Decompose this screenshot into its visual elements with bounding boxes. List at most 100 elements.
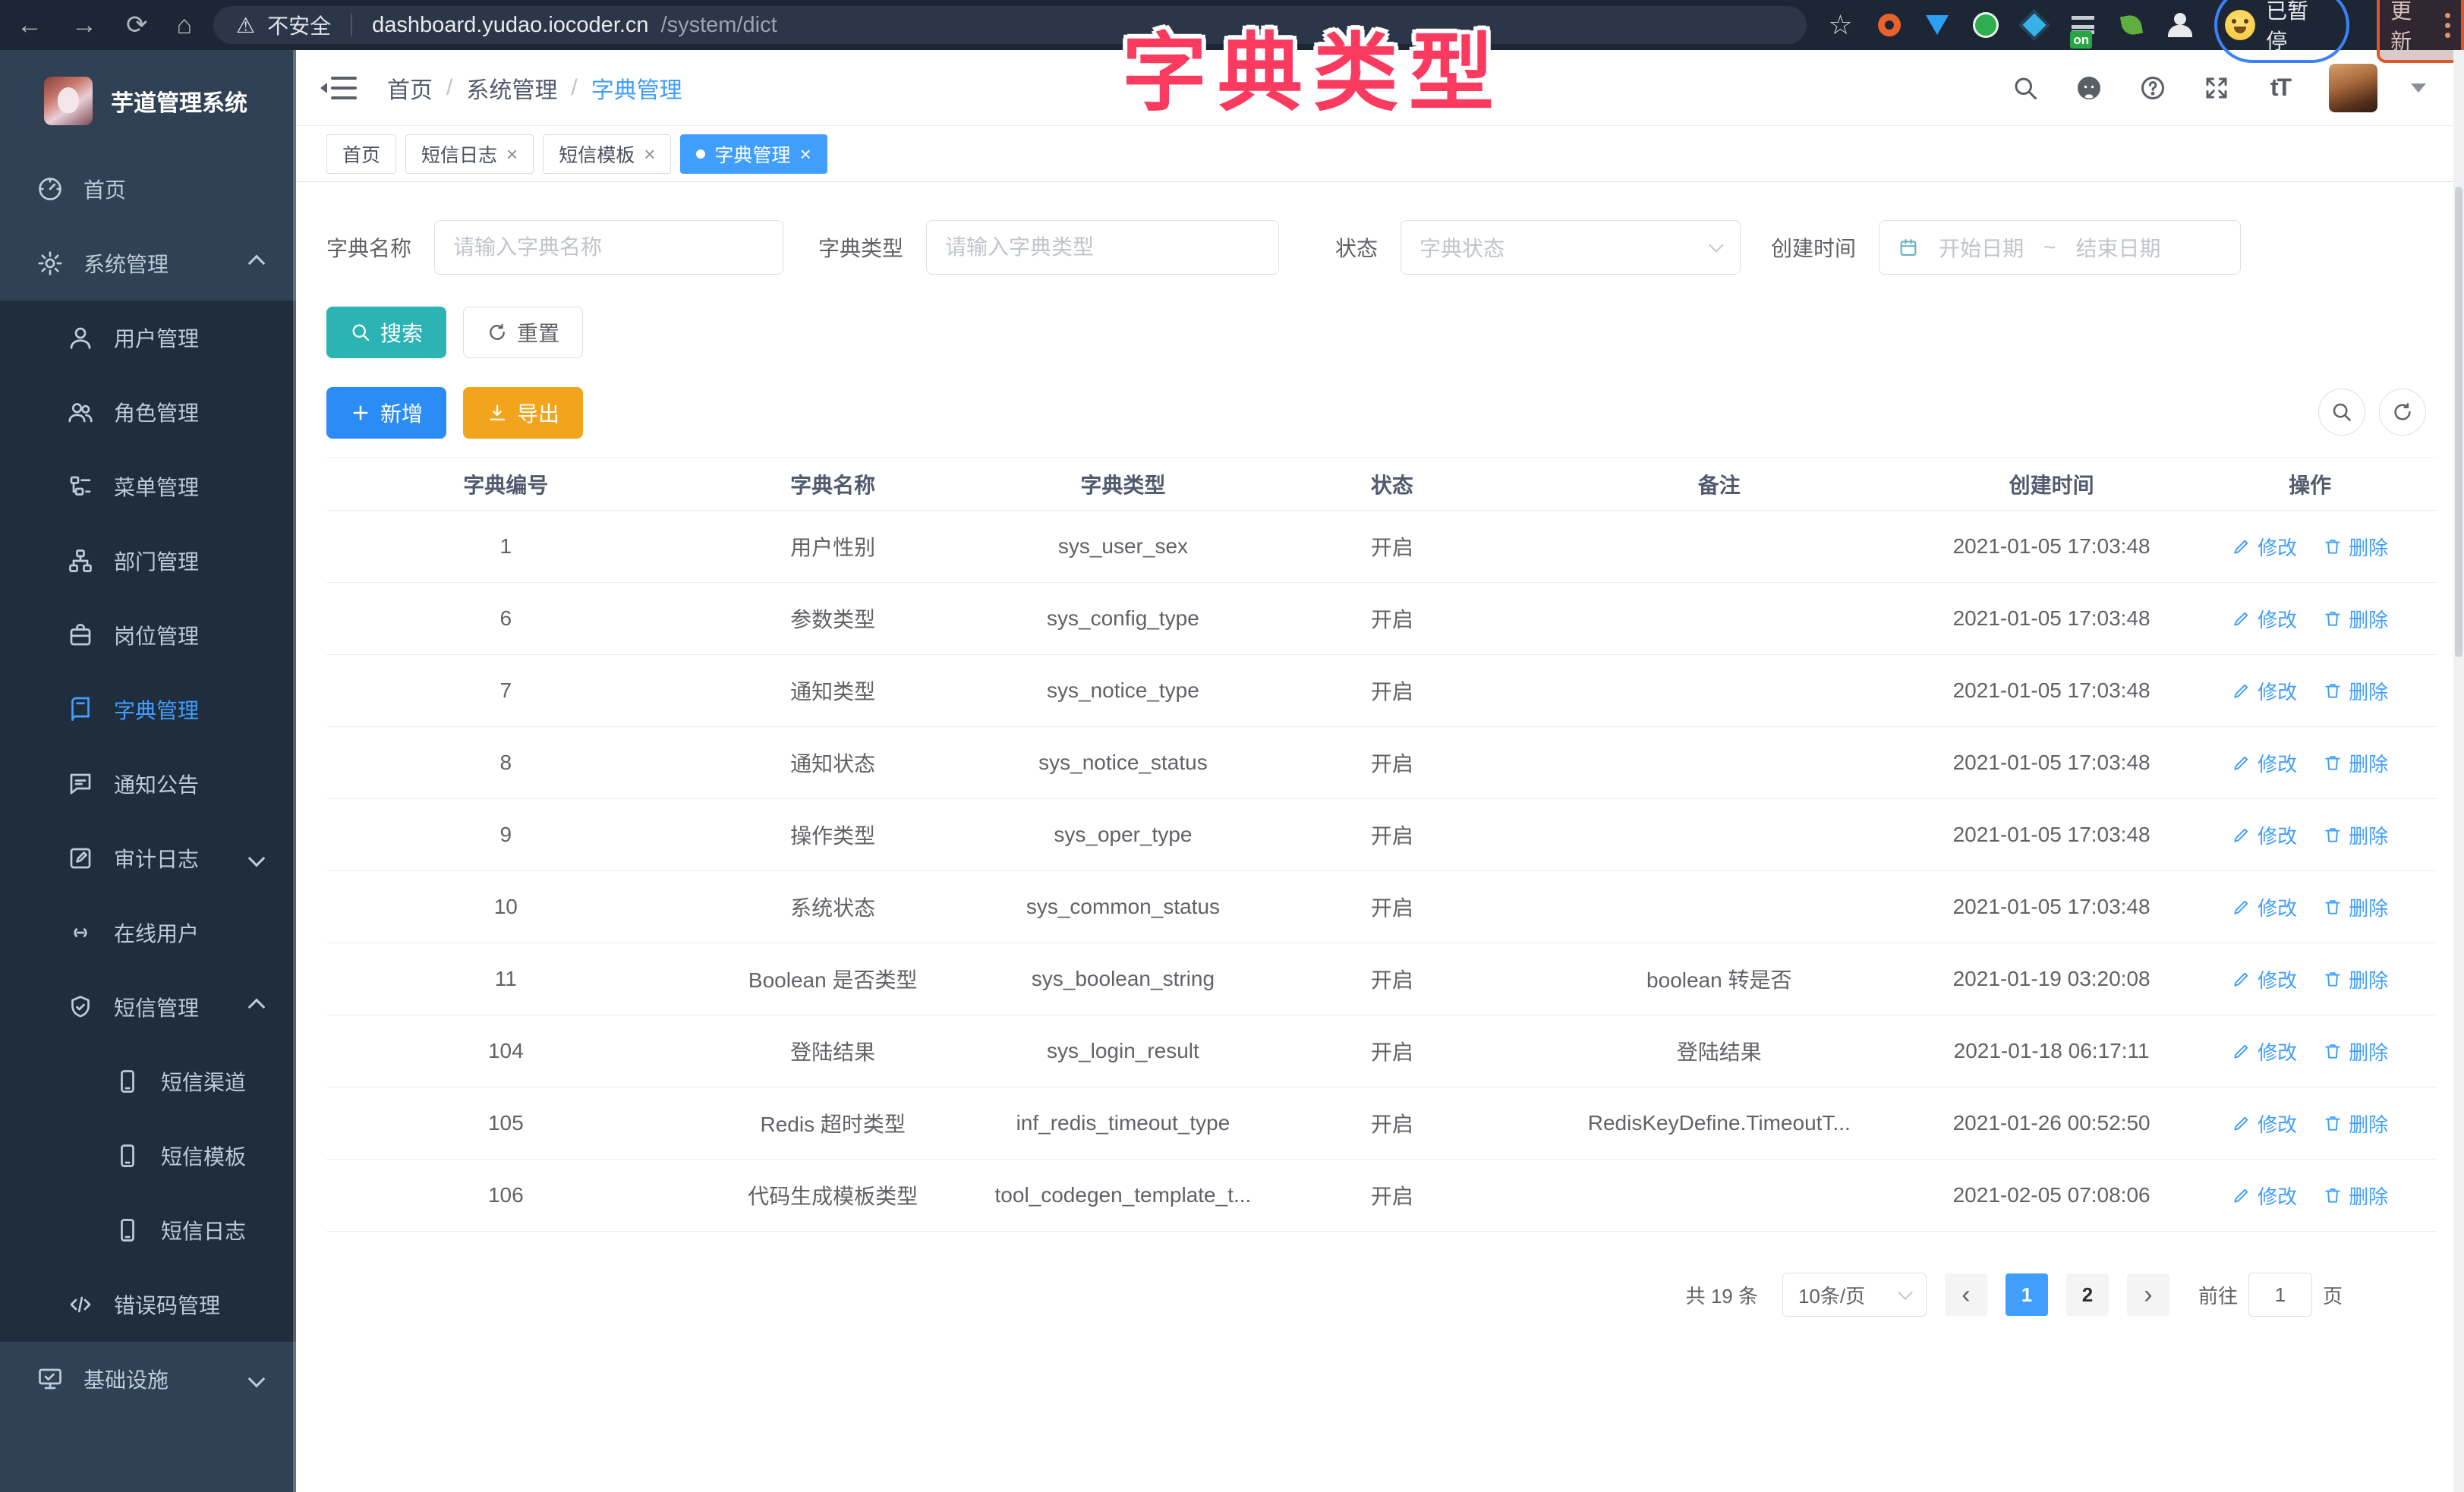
cell-type-link[interactable]: sys_user_sex [981, 534, 1265, 559]
close-icon[interactable]: × [644, 144, 655, 164]
sidebar-scrollbar[interactable] [293, 50, 296, 1492]
extension-person-icon[interactable] [2166, 11, 2195, 39]
next-page-button[interactable]: › [2127, 1273, 2169, 1316]
edit-link[interactable]: 修改 [2232, 1037, 2297, 1065]
reset-button[interactable]: 重置 [463, 307, 583, 358]
edit-link[interactable]: 修改 [2232, 533, 2297, 561]
scrollbar-thumb[interactable] [2455, 187, 2462, 657]
extension-gem-icon[interactable] [1923, 11, 1952, 39]
browser-update-button[interactable]: 更新 [2377, 0, 2464, 63]
sidebar-item-notices[interactable]: 通知公告 [0, 747, 296, 821]
edit-link[interactable]: 修改 [2232, 1182, 2297, 1210]
tab-dict-active[interactable]: 字典管理 × [680, 134, 827, 174]
breadcrumb-home[interactable]: 首页 [387, 71, 433, 105]
edit-link[interactable]: 修改 [2232, 821, 2297, 849]
forward-icon[interactable]: → [71, 11, 97, 40]
delete-link[interactable]: 删除 [2323, 1037, 2388, 1065]
help-icon[interactable] [2138, 73, 2168, 103]
page-size-select[interactable]: 10条/页 [1782, 1273, 1927, 1317]
sidebar-collapse-icon[interactable] [323, 74, 357, 102]
reload-icon[interactable]: ⟳ [126, 10, 148, 40]
dict-name-input[interactable] [434, 220, 783, 275]
edit-link[interactable]: 修改 [2232, 1110, 2297, 1138]
cell-type-link[interactable]: sys_notice_type [981, 678, 1265, 703]
sidebar-group-system[interactable]: 系统管理 [0, 226, 296, 301]
home-icon[interactable]: ⌂ [177, 11, 193, 40]
delete-link[interactable]: 删除 [2323, 1110, 2388, 1138]
edit-link[interactable]: 修改 [2232, 605, 2297, 633]
goto-page-input[interactable] [2248, 1273, 2312, 1317]
address-bar[interactable]: ⚠ 不安全 dashboard.yudao.iocoder.cn/system/… [213, 6, 1807, 44]
sidebar-item-sms-template[interactable]: 短信模板 [0, 1119, 296, 1193]
extension-green-coin-icon[interactable] [1971, 11, 2000, 39]
sidebar-item-online-users[interactable]: 在线用户 [0, 896, 296, 970]
paused-extension-badge[interactable]: 已暂停 [2214, 0, 2349, 63]
dict-type-input[interactable] [926, 220, 1279, 275]
browser-menu-icon[interactable] [2445, 13, 2450, 38]
date-range-picker[interactable]: 开始日期 ~ 结束日期 [1879, 220, 2241, 275]
close-icon[interactable]: × [506, 144, 518, 164]
avatar-caret-icon[interactable] [2411, 83, 2426, 93]
cell-type-link[interactable]: sys_oper_type [981, 823, 1265, 847]
github-icon[interactable] [2074, 73, 2104, 103]
edit-link[interactable]: 修改 [2232, 965, 2297, 993]
delete-link[interactable]: 删除 [2323, 677, 2388, 705]
sidebar-item-sms-log[interactable]: 短信日志 [0, 1193, 296, 1267]
delete-link[interactable]: 删除 [2323, 605, 2388, 633]
font-size-icon[interactable]: tT [2265, 73, 2295, 103]
tab-home[interactable]: 首页 [326, 134, 396, 174]
cell-type-link[interactable]: sys_boolean_string [981, 967, 1265, 991]
user-avatar[interactable] [2329, 64, 2377, 112]
cell-type-link[interactable]: inf_redis_timeout_type [981, 1111, 1265, 1135]
delete-link[interactable]: 删除 [2323, 1182, 2388, 1210]
sidebar-item-posts[interactable]: 岗位管理 [0, 598, 296, 672]
sidebar-item-departments[interactable]: 部门管理 [0, 524, 296, 598]
delete-link[interactable]: 删除 [2323, 533, 2388, 561]
sidebar-item-home[interactable]: 首页 [0, 152, 296, 226]
sidebar-item-error-codes[interactable]: 错误码管理 [0, 1267, 296, 1342]
extension-leaf-icon[interactable] [2117, 11, 2146, 39]
sidebar-item-menus[interactable]: 菜单管理 [0, 449, 296, 524]
delete-link[interactable]: 删除 [2323, 893, 2388, 921]
breadcrumb-system[interactable]: 系统管理 [466, 71, 557, 105]
search-button[interactable]: 搜索 [326, 307, 446, 358]
sidebar-group-infra[interactable]: 基础设施 [0, 1342, 296, 1416]
back-icon[interactable]: ← [17, 11, 43, 40]
delete-link[interactable]: 删除 [2323, 821, 2388, 849]
fullscreen-icon[interactable] [2201, 73, 2232, 103]
prev-page-button[interactable]: ‹ [1945, 1273, 1987, 1316]
sidebar-group-sms[interactable]: 短信管理 [0, 970, 296, 1044]
extension-tampermonkey-icon[interactable]: on [2069, 11, 2097, 39]
edit-link[interactable]: 修改 [2232, 677, 2297, 705]
cell-type-link[interactable]: tool_codegen_template_t... [981, 1183, 1265, 1207]
status-select[interactable]: 字典状态 [1401, 220, 1741, 275]
cell-type-link[interactable]: sys_config_type [981, 606, 1265, 631]
page-button-1[interactable]: 1 [2006, 1273, 2048, 1316]
search-icon[interactable] [2010, 73, 2040, 103]
add-button[interactable]: 新增 [326, 387, 446, 439]
page-scrollbar[interactable] [2453, 50, 2464, 1492]
col-header-type: 字典类型 [981, 469, 1265, 499]
bookmark-star-icon[interactable]: ☆ [1826, 11, 1855, 39]
close-icon[interactable]: × [799, 144, 811, 164]
toggle-search-button[interactable] [2318, 389, 2365, 436]
sidebar-item-dict[interactable]: 字典管理 [0, 672, 296, 747]
tab-sms-log[interactable]: 短信日志 × [405, 134, 534, 174]
sidebar-item-users[interactable]: 用户管理 [0, 301, 296, 375]
sidebar-item-sms-channel[interactable]: 短信渠道 [0, 1044, 296, 1119]
sidebar-item-roles[interactable]: 角色管理 [0, 375, 296, 449]
edit-link[interactable]: 修改 [2232, 893, 2297, 921]
extension-diamond-icon[interactable] [2020, 11, 2049, 39]
export-button[interactable]: 导出 [463, 387, 583, 439]
cell-type-link[interactable]: sys_notice_status [981, 751, 1265, 775]
extension-donut-icon[interactable] [1875, 11, 1904, 39]
cell-type-link[interactable]: sys_login_result [981, 1039, 1265, 1063]
delete-link[interactable]: 删除 [2323, 965, 2388, 993]
cell-type-link[interactable]: sys_common_status [981, 895, 1265, 919]
delete-link[interactable]: 删除 [2323, 749, 2388, 777]
tab-sms-template[interactable]: 短信模板 × [543, 134, 671, 174]
sidebar-group-audit-log[interactable]: 审计日志 [0, 821, 296, 896]
edit-link[interactable]: 修改 [2232, 749, 2297, 777]
page-button-2[interactable]: 2 [2066, 1273, 2109, 1316]
refresh-table-button[interactable] [2379, 389, 2426, 436]
